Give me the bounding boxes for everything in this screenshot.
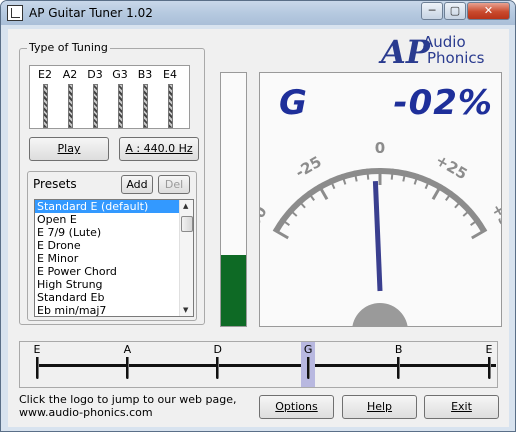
string-label: E4	[163, 68, 177, 81]
gauge-needle	[372, 180, 383, 292]
scroll-thumb[interactable]	[181, 216, 193, 232]
scroll-up-icon[interactable]: ▲	[183, 202, 188, 210]
window-title: AP Guitar Tuner 1.02	[29, 6, 153, 20]
tuning-group: Type of Tuning E2 A2 D3 G3 B3 E4 Play A …	[19, 41, 205, 325]
preset-item[interactable]: E Drone	[35, 239, 180, 252]
add-preset-button[interactable]: Add	[121, 175, 153, 194]
string-a2[interactable]: A2	[58, 66, 82, 128]
string-label: D3	[87, 68, 103, 81]
string-pegs-panel: E2 A2 D3 G3 B3 E4	[29, 65, 190, 129]
string-note-strip: EADGBE	[19, 341, 498, 388]
strip-note-tick	[306, 357, 310, 379]
presets-group: Presets Add Del Standard E (default) Open…	[27, 171, 197, 321]
string-d3[interactable]: D3	[83, 66, 107, 128]
string-e2[interactable]: E2	[33, 66, 57, 128]
strip-note-marker: D	[211, 342, 225, 387]
options-button[interactable]: Options	[259, 395, 334, 419]
footer-url: www.audio-phonics.com	[19, 406, 153, 419]
strip-note-tick	[487, 357, 491, 379]
scroll-down-icon[interactable]: ▼	[183, 306, 188, 314]
strip-note-marker: B	[392, 342, 406, 387]
title-bar[interactable]: AP Guitar Tuner 1.02 ─ ▢ ✕	[1, 1, 515, 25]
gauge-tick	[390, 168, 394, 180]
gauge-scale-label: -50	[260, 203, 271, 235]
strip-note-label: G	[303, 343, 313, 356]
exit-button[interactable]: Exit	[424, 395, 499, 419]
gauge-tick	[471, 228, 488, 240]
gauge-scale-label: +50	[488, 201, 501, 239]
strip-note-label: D	[213, 343, 223, 356]
strip-note-marker: E	[482, 342, 496, 387]
delete-preset-button[interactable]: Del	[158, 175, 190, 194]
strip-baseline	[36, 364, 496, 367]
strip-note-tick	[216, 357, 220, 379]
gauge-dial: -50 -25 0 +25 +50	[260, 139, 501, 326]
needle-hub	[352, 303, 408, 326]
strip-note-marker: A	[120, 342, 134, 387]
strip-note-tick	[125, 357, 129, 379]
string-b3[interactable]: B3	[133, 66, 157, 128]
gauge-scale-label: 0	[375, 139, 385, 157]
help-button[interactable]: Help	[342, 395, 417, 419]
gauge-tick	[366, 168, 370, 180]
audio-phonics-logo[interactable]: AP Audio Phonics	[381, 33, 499, 71]
strip-note-label: B	[394, 343, 403, 356]
string-label: G3	[112, 68, 128, 81]
string-label: E2	[38, 68, 52, 81]
client-area: Type of Tuning E2 A2 D3 G3 B3 E4 Play A …	[8, 29, 509, 427]
strip-note-label: A	[123, 343, 132, 356]
tuning-peg-icon	[167, 84, 173, 128]
presets-label: Presets	[33, 177, 77, 191]
preset-item[interactable]: Standard Eb	[35, 291, 180, 304]
tuning-peg-icon	[142, 84, 148, 128]
tuning-group-label: Type of Tuning	[27, 41, 110, 54]
app-icon[interactable]	[7, 5, 23, 21]
play-button[interactable]: Play	[29, 137, 109, 161]
footer-line1: Click the logo to jump to our web page,	[19, 393, 237, 406]
strip-note-marker: G	[301, 342, 316, 387]
app-window: AP Guitar Tuner 1.02 ─ ▢ ✕ Type of Tunin…	[0, 0, 516, 432]
strip-note-tick	[397, 357, 401, 379]
gauge-scale-label: +25	[433, 151, 471, 183]
preset-item[interactable]: E Power Chord	[35, 265, 180, 278]
gauge-scale-label: -25	[292, 153, 324, 182]
tuning-peg-icon	[92, 84, 98, 128]
close-button[interactable]: ✕	[467, 2, 510, 20]
string-label: B3	[137, 68, 153, 81]
preset-item[interactable]: Standard E (default)	[35, 200, 180, 213]
preset-item[interactable]: High Strung	[35, 278, 180, 291]
strip-note-label: E	[33, 343, 41, 356]
preset-item[interactable]: Eb min/maj7	[35, 304, 180, 316]
signal-level-meter	[220, 72, 247, 327]
strip-note-label: E	[485, 343, 493, 356]
footer-info: Click the logo to jump to our web page, …	[19, 393, 237, 419]
presets-scrollbar[interactable]: ▲ ▼	[179, 200, 193, 316]
strip-note-marker: E	[30, 342, 44, 387]
tuning-peg-icon	[67, 84, 73, 128]
string-label: A2	[62, 68, 78, 81]
gauge-tick	[272, 228, 289, 240]
string-g3[interactable]: G3	[108, 66, 132, 128]
strip-note-tick	[35, 357, 39, 379]
string-e4[interactable]: E4	[158, 66, 182, 128]
preset-item[interactable]: Open E	[35, 213, 180, 226]
maximize-button[interactable]: ▢	[444, 2, 466, 20]
tuning-peg-icon	[117, 84, 123, 128]
a-frequency-button[interactable]: A : 440.0 Hz	[119, 137, 199, 161]
tuning-gauge: G -02% -50 -25 0 +25 +50	[259, 72, 502, 327]
signal-level-fill	[221, 255, 246, 326]
preset-item[interactable]: E 7/9 (Lute)	[35, 226, 180, 239]
tuning-peg-icon	[42, 84, 48, 128]
logo-text-phonics: Phonics	[427, 49, 485, 67]
minimize-button[interactable]: ─	[421, 2, 443, 20]
preset-item[interactable]: E Minor	[35, 252, 180, 265]
presets-listbox[interactable]: Standard E (default) Open EE 7/9 (Lute) E …	[34, 199, 194, 317]
